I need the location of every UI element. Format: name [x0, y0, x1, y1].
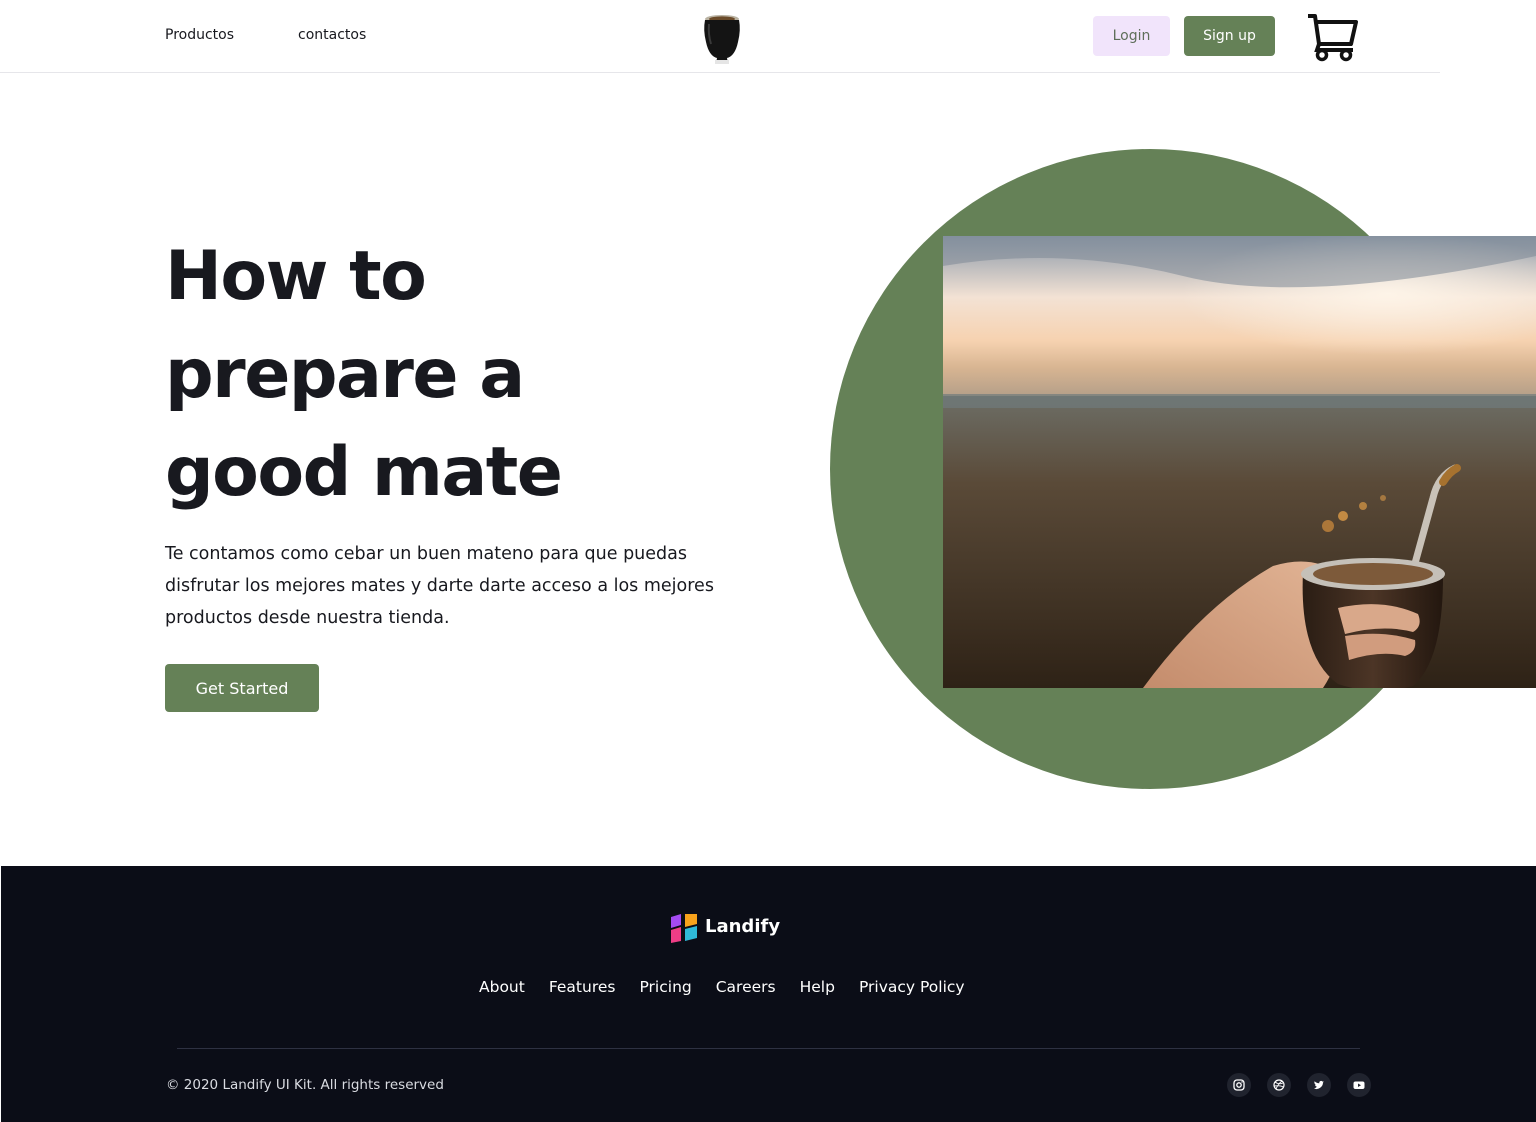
footer-link-features[interactable]: Features: [549, 978, 616, 996]
nav-link-contactos[interactable]: contactos: [298, 27, 366, 43]
get-started-button[interactable]: Get Started: [165, 664, 319, 712]
hero-mate-photo: [943, 236, 1536, 688]
footer-link-pricing[interactable]: Pricing: [639, 978, 691, 996]
footer: Landify About Features Pricing Careers H…: [1, 866, 1536, 1122]
login-button[interactable]: Login: [1093, 16, 1170, 56]
footer-links: About Features Pricing Careers Help Priv…: [479, 978, 989, 996]
footer-link-about[interactable]: About: [479, 978, 525, 996]
hero-title-line-3: good mate: [165, 433, 563, 512]
footer-link-privacy-policy[interactable]: Privacy Policy: [859, 978, 965, 996]
copyright-text: © 2020 Landify UI Kit. All rights reserv…: [166, 1077, 444, 1093]
shopping-cart-icon[interactable]: [1305, 12, 1359, 62]
hero-title-line-1: How to: [165, 237, 427, 316]
footer-brand-name: Landify: [705, 916, 781, 937]
youtube-icon[interactable]: [1347, 1073, 1371, 1097]
signup-button[interactable]: Sign up: [1184, 16, 1275, 56]
nav-link-productos[interactable]: Productos: [165, 27, 234, 43]
hero-title-line-2: prepare a: [165, 335, 525, 414]
dribbble-icon[interactable]: [1267, 1073, 1291, 1097]
hero-description: Te contamos como cebar un buen mateno pa…: [165, 544, 714, 628]
footer-link-careers[interactable]: Careers: [716, 978, 776, 996]
twitter-icon[interactable]: [1307, 1073, 1331, 1097]
social-links: [1227, 1073, 1371, 1097]
mate-cup-icon[interactable]: [700, 12, 744, 66]
hero-title: How to prepare a good mate: [165, 228, 785, 522]
instagram-icon[interactable]: [1227, 1073, 1251, 1097]
footer-brand[interactable]: Landify: [669, 913, 781, 943]
landify-logo-icon: [671, 914, 697, 943]
top-navbar: Productos contactos Login Sign up: [0, 0, 1440, 73]
footer-divider: [177, 1048, 1360, 1049]
footer-link-help[interactable]: Help: [800, 978, 835, 996]
